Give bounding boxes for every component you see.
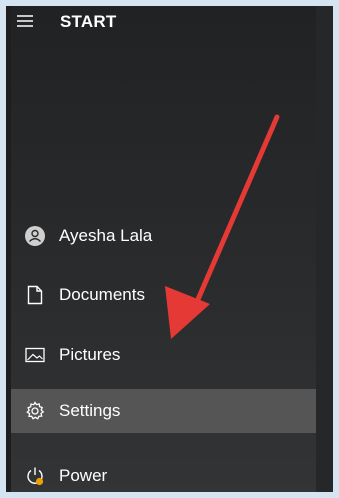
menu-item-settings[interactable]: Settings (11, 389, 316, 433)
pictures-icon (11, 347, 59, 363)
gear-icon (11, 401, 59, 421)
menu-item-documents-label: Documents (59, 285, 145, 304)
menu-item-power-label: Power (59, 466, 108, 485)
menu-item-pictures-label: Pictures (59, 345, 121, 364)
start-title: START (60, 12, 117, 31)
menu-item-user-label: Ayesha Lala (59, 226, 153, 245)
menu-item-settings-label: Settings (59, 401, 121, 420)
menu-item-user[interactable]: Ayesha Lala (11, 214, 316, 258)
power-icon (11, 465, 59, 487)
user-avatar-icon (11, 225, 59, 247)
start-tiles-pane (316, 6, 333, 492)
menu-item-documents[interactable]: Documents (11, 273, 316, 317)
menu-item-pictures[interactable]: Pictures (11, 333, 316, 377)
hamburger-menu-icon[interactable] (17, 15, 33, 29)
menu-item-power[interactable]: Power (11, 454, 316, 498)
document-icon (11, 285, 59, 305)
